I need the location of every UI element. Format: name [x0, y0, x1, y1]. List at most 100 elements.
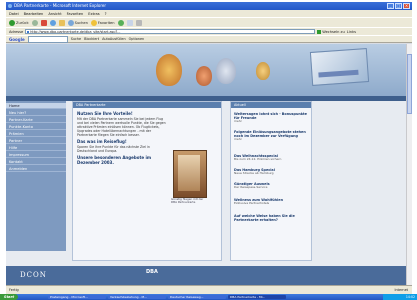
- print-icon: [135, 19, 142, 26]
- address-label: Adresse: [9, 29, 24, 34]
- window-titlebar[interactable]: DBA Partnerkarte - Microsoft Internet Ex…: [6, 2, 412, 10]
- balloon-image: [196, 66, 212, 86]
- sidebar-item-login[interactable]: Anmelden: [6, 166, 66, 172]
- article-paragraph: Mit der DBA Partnerkarte sammeln Sie bei…: [77, 117, 166, 137]
- links-label[interactable]: Links: [347, 30, 356, 34]
- ie-icon: [8, 4, 12, 8]
- security-zone: Internet: [394, 288, 408, 292]
- go-button[interactable]: Wechseln zu: [317, 29, 345, 34]
- news-header: Aktuell: [231, 102, 311, 108]
- news-item[interactable]: Auf welche Weise haben Sie die Partnerka…: [234, 214, 310, 222]
- stop-button[interactable]: [40, 19, 47, 26]
- google-options[interactable]: Optionen: [129, 37, 145, 41]
- menu-bar: Datei Bearbeiten Ansicht Favoriten Extra…: [6, 10, 412, 17]
- footer-dba-logo: DBA: [146, 269, 158, 275]
- news-subtitle: mehr: [234, 119, 242, 123]
- taskbar-item[interactable]: Deutscher Reiseweg...: [168, 295, 226, 299]
- news-item[interactable]: Folgende Einlösungsangebote stehen noch …: [234, 130, 310, 142]
- sidebar-item-partners[interactable]: Partner: [6, 138, 66, 144]
- menu-favorites[interactable]: Favoriten: [67, 12, 84, 16]
- sidebar-item-home[interactable]: Home: [6, 103, 66, 109]
- sidebar-item-partner-card[interactable]: Partner-Karte: [6, 117, 66, 123]
- vertical-scrollbar[interactable]: [406, 44, 412, 285]
- web-page: Home Neu hier? Partner-Karte Punkte-Kont…: [6, 44, 406, 285]
- search-label: Suchen: [74, 20, 88, 25]
- site-sidebar: Home Neu hier? Partner-Karte Punkte-Kont…: [6, 101, 66, 251]
- news-subtitle: Der Reisepass-Service: [234, 185, 268, 189]
- scrollbar-thumb[interactable]: [407, 54, 412, 114]
- print-button[interactable]: [135, 19, 142, 26]
- menu-tools[interactable]: Extras: [88, 12, 99, 16]
- main-article: Nutzen Sie Ihre Vorteile! Mit der DBA Pa…: [77, 111, 167, 166]
- sidebar-item-imprint[interactable]: Impressum: [6, 152, 66, 158]
- news-column: Aktuell Weitersagen lohnt sich - Bonuspu…: [230, 101, 312, 261]
- taskbar-item[interactable]: Verkaufsbeziehung - M...: [108, 295, 166, 299]
- close-button[interactable]: ×: [403, 3, 410, 9]
- news-subtitle: Exklusive Partnerhotels: [234, 201, 270, 205]
- sidebar-item-points[interactable]: Punkte-Konto: [6, 124, 66, 130]
- history-button[interactable]: [117, 19, 124, 26]
- taskbar-item-active[interactable]: DBA Partnerkarte - Mi...: [228, 295, 286, 299]
- go-arrow-icon: [317, 29, 322, 34]
- balloon-image: [256, 62, 270, 80]
- menu-view[interactable]: Ansicht: [48, 12, 61, 16]
- home-button[interactable]: [58, 19, 65, 26]
- clock: 14:02: [405, 295, 415, 299]
- google-logo: Google: [9, 36, 25, 42]
- back-button[interactable]: Zurück: [9, 19, 29, 26]
- sidebar-item-new[interactable]: Neu hier?: [6, 110, 66, 116]
- search-button[interactable]: Suchen: [67, 19, 88, 26]
- person-photo: [173, 150, 207, 198]
- news-item[interactable]: Günstiger Ausweis Der Reisepass-Service: [234, 182, 310, 190]
- news-title: Folgende Einlösungsangebote stehen noch …: [234, 130, 306, 138]
- taskbar-item[interactable]: Posteingang - Microsoft...: [48, 295, 106, 299]
- menu-help[interactable]: ?: [105, 12, 107, 16]
- stop-icon: [40, 19, 47, 26]
- home-icon: [58, 19, 65, 26]
- back-arrow-icon: [9, 19, 15, 26]
- news-subtitle: mehr: [234, 137, 242, 141]
- news-item[interactable]: Das Weihnachtsspecial Bis zum 24.12. Prä…: [234, 154, 310, 162]
- forward-button[interactable]: [31, 19, 38, 26]
- google-search-button[interactable]: Suche: [71, 37, 81, 41]
- news-title: Auf welche Weise haben Sie die Partnerka…: [234, 214, 295, 222]
- status-text: Fertig: [9, 288, 19, 292]
- address-input[interactable]: http://www.dba-partnerkarte.de/dba_site/…: [25, 29, 316, 34]
- favorites-label: Favoriten: [97, 20, 115, 25]
- site-header-banner: [6, 44, 406, 96]
- favorites-button[interactable]: Favoriten: [90, 19, 115, 26]
- history-icon: [117, 19, 124, 26]
- article-subheading: Das was im Reiseflug!: [77, 139, 127, 144]
- forward-arrow-icon: [31, 19, 38, 26]
- minimize-button[interactable]: _: [387, 3, 394, 9]
- start-button[interactable]: Start: [0, 294, 18, 300]
- star-icon: [90, 19, 97, 26]
- photo-caption: Günstig fliegen mit der DBA Partnerkarte: [171, 197, 204, 205]
- offers-heading[interactable]: Unsere besonderen Angebote im Dezember 2…: [77, 155, 167, 165]
- back-label: Zurück: [16, 20, 29, 25]
- google-search-input[interactable]: [27, 35, 68, 43]
- sidebar-item-help[interactable]: Hilfe: [6, 145, 66, 151]
- browser-toolbar: Zurück Suchen Favoriten: [6, 17, 412, 27]
- news-item[interactable]: Weitersagen lohnt sich - Bonuspunkte für…: [234, 112, 310, 124]
- balloon-image: [156, 54, 182, 86]
- maximize-button[interactable]: □: [395, 3, 402, 9]
- sidebar-item-rewards[interactable]: Prämien: [6, 131, 66, 137]
- refresh-button[interactable]: [49, 19, 56, 26]
- sidebar-item-contact[interactable]: Kontakt: [6, 159, 66, 165]
- google-autofill[interactable]: AutoAusfüllen: [102, 37, 126, 41]
- google-popup-blocked[interactable]: Blockiert: [84, 37, 99, 41]
- menu-edit[interactable]: Bearbeiten: [24, 12, 44, 16]
- news-subtitle: Neue Strecke ab Hamburg: [234, 171, 274, 175]
- news-item[interactable]: Das Hamburg Special Neue Strecke ab Hamb…: [234, 168, 310, 176]
- mail-button[interactable]: [126, 19, 133, 26]
- main-content-header: DBA Partnerkarte: [73, 102, 221, 108]
- window-controls: _ □ ×: [387, 3, 410, 9]
- status-bar: Fertig Internet: [6, 285, 412, 294]
- menu-file[interactable]: Datei: [9, 12, 19, 16]
- article-heading: Nutzen Sie Ihre Vorteile!: [77, 111, 133, 116]
- news-item[interactable]: Wellness zum Wohlfühlen Exklusive Partne…: [234, 198, 310, 206]
- article-paragraph: Sparen Sie Ihre Punkte für das nächste Z…: [77, 145, 150, 153]
- screenshot-frame: DBA Partnerkarte - Microsoft Internet Ex…: [6, 2, 412, 294]
- refresh-icon: [49, 19, 56, 26]
